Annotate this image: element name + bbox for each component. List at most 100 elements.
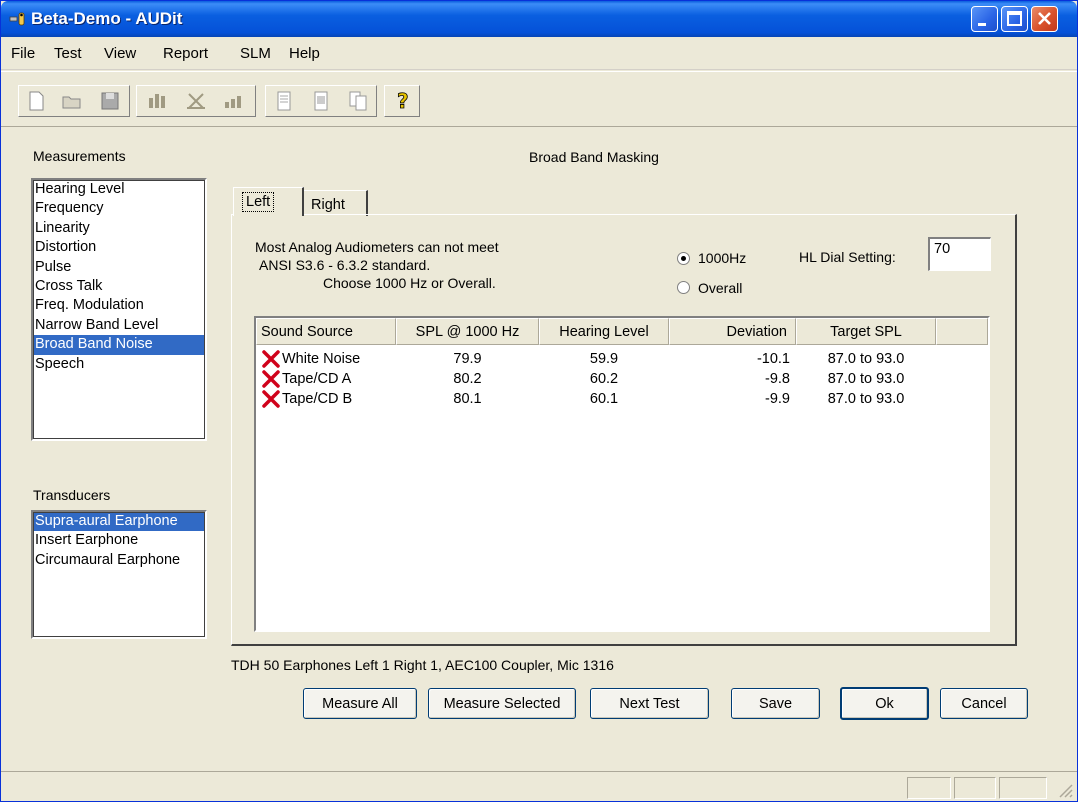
tab-left[interactable]: Left <box>233 187 304 216</box>
tab-right-label: Right <box>311 197 345 213</box>
save-button[interactable]: Save <box>731 688 820 719</box>
hl-dial-input[interactable]: 70 <box>928 237 991 271</box>
window-title: Beta-Demo - AUDit <box>31 9 183 28</box>
cell-deviation: -9.9 <box>765 391 790 407</box>
notice-line-1: Most Analog Audiometers can not meet <box>255 239 499 255</box>
list-item-selected[interactable]: Supra-aural Earphone <box>33 512 205 532</box>
cell-spl: 80.1 <box>453 391 482 407</box>
report-list-icon[interactable] <box>308 88 334 114</box>
cell-hearing-level: 59.9 <box>589 351 619 367</box>
column-header-sound-source[interactable]: Sound Source <box>256 318 396 345</box>
column-header-target-spl[interactable]: Target SPL <box>796 318 936 345</box>
transducers-list[interactable]: Supra-aural Earphone Insert Earphone Cir… <box>31 510 207 639</box>
list-item[interactable]: Pulse <box>33 258 205 277</box>
new-file-icon[interactable] <box>23 88 49 114</box>
list-item[interactable]: Speech <box>33 355 205 374</box>
compare-chart-icon[interactable] <box>183 88 209 114</box>
radio-1000hz[interactable] <box>677 252 690 265</box>
list-item[interactable]: Hearing Level <box>33 180 205 199</box>
measurements-label: Measurements <box>33 148 126 164</box>
column-header-hearing-level[interactable]: Hearing Level <box>539 318 669 345</box>
maximize-button[interactable] <box>1001 6 1028 32</box>
radio-1000hz-label[interactable]: 1000Hz <box>698 250 746 266</box>
ok-button[interactable]: Ok <box>840 687 929 720</box>
results-table[interactable]: Sound Source SPL @ 1000 Hz Hearing Level… <box>254 316 990 632</box>
list-item[interactable]: Insert Earphone <box>33 531 205 550</box>
help-question-icon[interactable]: ? <box>389 88 415 114</box>
report-tools-group <box>265 85 377 117</box>
chart-tools-group <box>136 85 256 117</box>
equipment-info: TDH 50 Earphones Left 1 Right 1, AEC100 … <box>231 657 614 673</box>
notice-line-2: ANSI S3.6 - 6.3.2 standard. <box>259 257 431 273</box>
help-tools-group: ? <box>384 85 420 117</box>
list-item[interactable]: Linearity <box>33 219 205 238</box>
title-bar[interactable]: Beta-Demo - AUDit <box>1 1 1077 37</box>
menu-bar: File Test View Report SLM Help <box>1 37 1077 70</box>
menu-help[interactable]: Help <box>289 45 320 62</box>
level-chart-icon[interactable] <box>221 88 247 114</box>
fail-x-icon <box>262 350 280 368</box>
list-item-selected[interactable]: Broad Band Noise <box>33 335 205 355</box>
list-item[interactable]: Cross Talk <box>33 277 205 296</box>
column-header-blank <box>936 318 988 345</box>
transducers-label: Transducers <box>33 487 111 503</box>
tab-right[interactable]: Right <box>302 190 368 216</box>
toolbar: ? <box>1 71 1077 127</box>
menu-test[interactable]: Test <box>54 45 82 62</box>
cell-hearing-level: 60.2 <box>589 371 619 387</box>
cell-target-spl: 87.0 to 93.0 <box>827 371 905 387</box>
list-item[interactable]: Distortion <box>33 238 205 257</box>
open-folder-icon[interactable] <box>59 88 85 114</box>
radio-selected-dot <box>681 256 686 261</box>
fail-x-icon <box>262 390 280 408</box>
measure-selected-button[interactable]: Measure Selected <box>428 688 576 719</box>
minimize-button[interactable] <box>971 6 998 32</box>
status-panel <box>954 777 996 799</box>
list-item[interactable]: Circumaural Earphone <box>33 551 205 570</box>
measurements-list[interactable]: Hearing Level Frequency Linearity Distor… <box>31 178 207 441</box>
cell-source: Tape/CD A <box>282 371 352 387</box>
cancel-button[interactable]: Cancel <box>940 688 1028 719</box>
menu-report[interactable]: Report <box>163 45 208 62</box>
panel-title: Broad Band Masking <box>529 149 659 165</box>
cell-source: White Noise <box>282 351 361 367</box>
list-item[interactable]: Narrow Band Level <box>33 316 205 335</box>
cell-spl: 80.2 <box>453 371 482 387</box>
minimize-icon <box>978 23 986 26</box>
cell-hearing-level: 60.1 <box>589 391 619 407</box>
maximize-icon <box>1007 11 1022 26</box>
cell-deviation: -9.8 <box>765 371 790 387</box>
save-disk-icon[interactable] <box>97 88 123 114</box>
measure-all-button[interactable]: Measure All <box>303 688 417 719</box>
svg-text:?: ? <box>397 89 409 113</box>
app-window: Beta-Demo - AUDit File Test View Report … <box>0 0 1078 802</box>
menu-slm[interactable]: SLM <box>240 45 271 62</box>
status-panel <box>999 777 1047 799</box>
list-item[interactable]: Frequency <box>33 199 205 218</box>
close-icon <box>1038 12 1051 25</box>
file-tools-group <box>18 85 130 117</box>
hl-dial-label: HL Dial Setting: <box>799 249 896 265</box>
tab-left-label: Left <box>242 192 275 212</box>
resize-grip-icon[interactable] <box>1057 782 1073 798</box>
bar-chart-icon[interactable] <box>145 88 171 114</box>
cell-deviation: -10.1 <box>756 351 790 367</box>
column-header-spl[interactable]: SPL @ 1000 Hz <box>396 318 539 345</box>
report-copy-icon[interactable] <box>345 88 371 114</box>
cell-target-spl: 87.0 to 93.0 <box>827 391 905 407</box>
status-bar <box>1 771 1077 801</box>
radio-overall[interactable] <box>677 281 690 294</box>
fail-x-icon <box>262 370 280 388</box>
report-page-icon[interactable] <box>271 88 297 114</box>
menu-view[interactable]: View <box>104 45 136 62</box>
column-header-deviation[interactable]: Deviation <box>669 318 796 345</box>
next-test-button[interactable]: Next Test <box>590 688 709 719</box>
menu-file[interactable]: File <box>11 45 35 62</box>
app-icon <box>9 12 25 26</box>
cell-target-spl: 87.0 to 93.0 <box>827 351 905 367</box>
radio-overall-label[interactable]: Overall <box>698 280 742 296</box>
cell-source: Tape/CD B <box>282 391 353 407</box>
close-button[interactable] <box>1031 6 1058 32</box>
cell-spl: 79.9 <box>453 351 482 367</box>
list-item[interactable]: Freq. Modulation <box>33 296 205 315</box>
